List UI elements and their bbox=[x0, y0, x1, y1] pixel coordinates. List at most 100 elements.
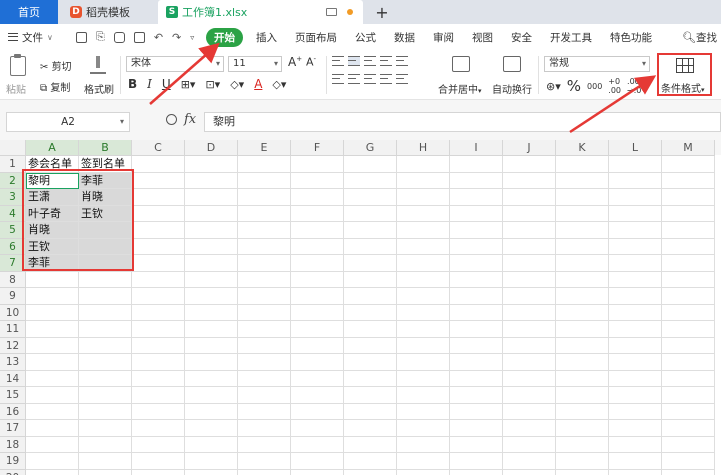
align-top-icon[interactable] bbox=[332, 56, 344, 66]
cut-button[interactable]: ✂ 剪切 bbox=[40, 58, 72, 73]
cell-m13[interactable] bbox=[662, 354, 715, 371]
save-icon[interactable] bbox=[76, 31, 87, 43]
menu-start[interactable]: 开始 bbox=[206, 27, 243, 47]
align-middle-icon[interactable] bbox=[348, 56, 360, 66]
cell-i18[interactable] bbox=[450, 436, 503, 453]
cell-g14[interactable] bbox=[344, 370, 397, 387]
row-header-20[interactable]: 20 bbox=[0, 469, 26, 475]
merge-center-icon[interactable] bbox=[452, 56, 470, 72]
cell-e2[interactable] bbox=[238, 172, 291, 189]
cell-k4[interactable] bbox=[556, 205, 609, 222]
menu-features[interactable]: 特色功能 bbox=[601, 30, 661, 45]
cell-a18[interactable] bbox=[26, 436, 79, 453]
cell-j7[interactable] bbox=[503, 255, 556, 272]
cell-g16[interactable] bbox=[344, 403, 397, 420]
cell-a20[interactable] bbox=[26, 469, 79, 475]
menu-insert[interactable]: 插入 bbox=[247, 30, 286, 45]
cell-g10[interactable] bbox=[344, 304, 397, 321]
row-header-14[interactable]: 14 bbox=[0, 370, 26, 387]
format-painter-icon[interactable] bbox=[90, 56, 106, 74]
cell-m16[interactable] bbox=[662, 403, 715, 420]
cell-i8[interactable] bbox=[450, 271, 503, 288]
cell-k7[interactable] bbox=[556, 255, 609, 272]
cell-e12[interactable] bbox=[238, 337, 291, 354]
indent-icon[interactable] bbox=[396, 56, 408, 66]
cell-h5[interactable] bbox=[397, 222, 450, 239]
cell-f11[interactable] bbox=[291, 321, 344, 338]
cell-e6[interactable] bbox=[238, 238, 291, 255]
cell-j20[interactable] bbox=[503, 469, 556, 475]
cell-e3[interactable] bbox=[238, 189, 291, 206]
copy-button[interactable]: ⧉ 复制 bbox=[40, 79, 70, 94]
new-tab-button[interactable]: + bbox=[372, 0, 392, 24]
cell-d2[interactable] bbox=[185, 172, 238, 189]
wrap-text-button[interactable]: 自动换行 bbox=[492, 81, 532, 96]
cell-g18[interactable] bbox=[344, 436, 397, 453]
cell-i12[interactable] bbox=[450, 337, 503, 354]
number-format-select[interactable]: 常规 ▾ bbox=[544, 56, 650, 72]
row-header-18[interactable]: 18 bbox=[0, 436, 26, 453]
cell-f4[interactable] bbox=[291, 205, 344, 222]
cell-l5[interactable] bbox=[609, 222, 662, 239]
cell-j3[interactable] bbox=[503, 189, 556, 206]
cell-i19[interactable] bbox=[450, 453, 503, 470]
cell-j17[interactable] bbox=[503, 420, 556, 437]
cell-l6[interactable] bbox=[609, 238, 662, 255]
conditional-format-icon[interactable] bbox=[676, 58, 694, 73]
cell-c6[interactable] bbox=[132, 238, 185, 255]
cell-e11[interactable] bbox=[238, 321, 291, 338]
cell-m12[interactable] bbox=[662, 337, 715, 354]
cell-b16[interactable] bbox=[79, 403, 132, 420]
function-button[interactable]: fx bbox=[184, 112, 196, 127]
cell-i9[interactable] bbox=[450, 288, 503, 305]
column-header-d[interactable]: D bbox=[185, 140, 238, 156]
row-header-13[interactable]: 13 bbox=[0, 354, 26, 371]
cell-i1[interactable] bbox=[450, 156, 503, 173]
cell-i6[interactable] bbox=[450, 238, 503, 255]
cell-e13[interactable] bbox=[238, 354, 291, 371]
formula-input[interactable]: 黎明 bbox=[204, 112, 721, 132]
cell-l14[interactable] bbox=[609, 370, 662, 387]
cell-l10[interactable] bbox=[609, 304, 662, 321]
cell-e17[interactable] bbox=[238, 420, 291, 437]
cell-m8[interactable] bbox=[662, 271, 715, 288]
clear-format-button[interactable]: ◇▾ bbox=[272, 78, 286, 91]
cell-l8[interactable] bbox=[609, 271, 662, 288]
cell-m6[interactable] bbox=[662, 238, 715, 255]
cell-c11[interactable] bbox=[132, 321, 185, 338]
column-header-m[interactable]: M bbox=[662, 140, 715, 156]
cell-d12[interactable] bbox=[185, 337, 238, 354]
cell-b13[interactable] bbox=[79, 354, 132, 371]
cell-a13[interactable] bbox=[26, 354, 79, 371]
cell-g5[interactable] bbox=[344, 222, 397, 239]
cell-d15[interactable] bbox=[185, 387, 238, 404]
cell-f2[interactable] bbox=[291, 172, 344, 189]
cell-g4[interactable] bbox=[344, 205, 397, 222]
search-button[interactable]: 🔍︎查找 bbox=[682, 30, 721, 45]
redo-icon[interactable]: ↷ bbox=[172, 31, 181, 44]
cell-m10[interactable] bbox=[662, 304, 715, 321]
cell-a15[interactable] bbox=[26, 387, 79, 404]
cell-m2[interactable] bbox=[662, 172, 715, 189]
cell-f1[interactable] bbox=[291, 156, 344, 173]
cell-l9[interactable] bbox=[609, 288, 662, 305]
cell-c13[interactable] bbox=[132, 354, 185, 371]
cell-i17[interactable] bbox=[450, 420, 503, 437]
row-header-11[interactable]: 11 bbox=[0, 321, 26, 338]
column-header-a[interactable]: A bbox=[26, 140, 79, 156]
cell-b10[interactable] bbox=[79, 304, 132, 321]
column-header-f[interactable]: F bbox=[291, 140, 344, 156]
cell-k16[interactable] bbox=[556, 403, 609, 420]
cell-k8[interactable] bbox=[556, 271, 609, 288]
customize-dropdown-icon[interactable]: ▿ bbox=[190, 33, 194, 42]
cell-g9[interactable] bbox=[344, 288, 397, 305]
cell-d18[interactable] bbox=[185, 436, 238, 453]
cell-e4[interactable] bbox=[238, 205, 291, 222]
cell-c15[interactable] bbox=[132, 387, 185, 404]
cell-f17[interactable] bbox=[291, 420, 344, 437]
cell-g12[interactable] bbox=[344, 337, 397, 354]
cell-h3[interactable] bbox=[397, 189, 450, 206]
column-header-k[interactable]: K bbox=[556, 140, 609, 156]
cell-c18[interactable] bbox=[132, 436, 185, 453]
cell-d20[interactable] bbox=[185, 469, 238, 475]
